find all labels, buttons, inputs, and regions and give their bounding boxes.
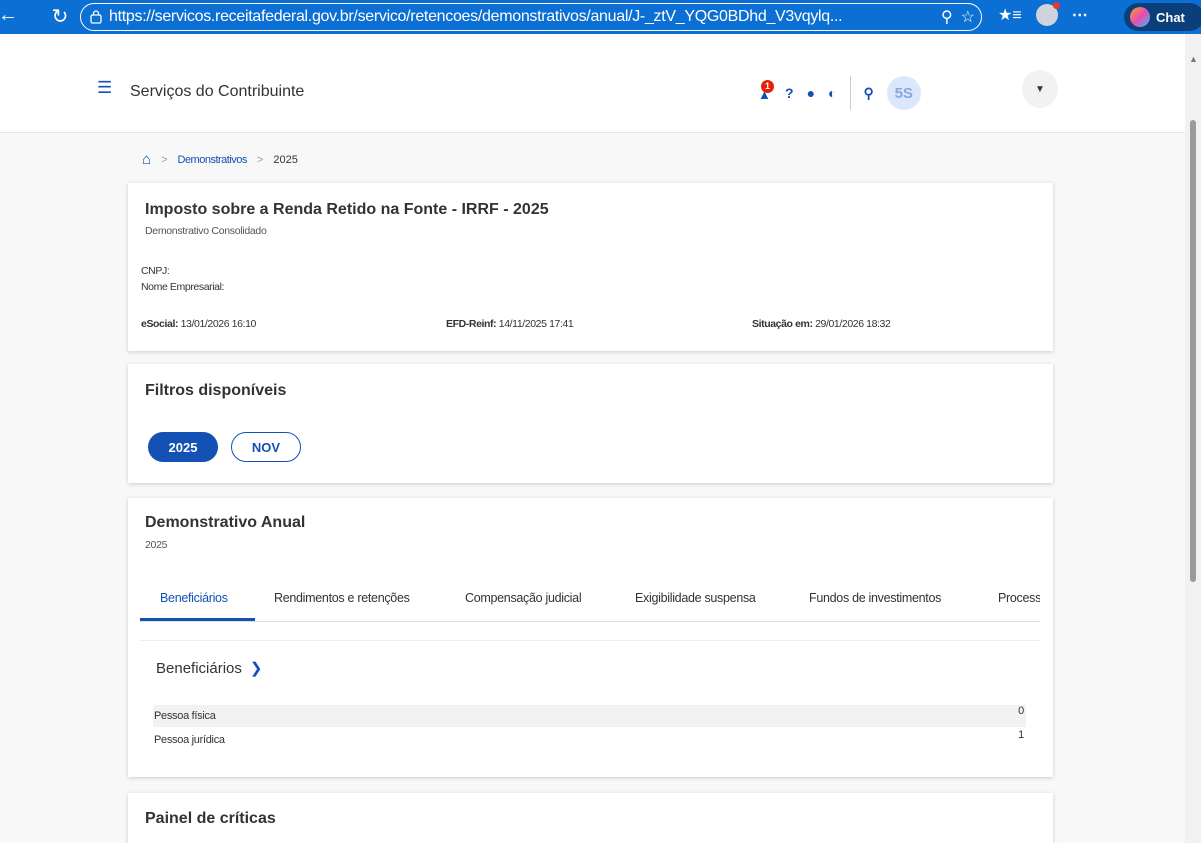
header-divider [849,76,851,110]
summary-card: Imposto sobre a Renda Retido na Fonte - … [128,183,1053,351]
row-label: Pessoa física [154,710,216,722]
cnpj-label: CNPJ: [141,265,170,277]
tab-rendimentos-retencoes[interactable]: Rendimentos e retenções [274,591,410,605]
summary-title: Imposto sobre a Renda Retido na Fonte - … [145,201,549,218]
breadcrumb-demonstrativos[interactable]: Demonstrativos [178,154,248,166]
row-value: 1 [1018,729,1024,741]
tab-processos[interactable]: Processos [998,591,1040,605]
notifications-button[interactable]: ▲ 1 [756,80,774,102]
search-icon[interactable]: ⚲ [864,85,874,102]
company-name-label: Nome Empresarial: [141,281,225,293]
table-row: Pessoa física 0 [153,705,1026,727]
row-label: Pessoa jurídica [154,734,225,746]
breadcrumb: ⌂ > Demonstrativos > 2025 [142,151,298,168]
tab-exigibilidade-suspensa[interactable]: Exigibilidade suspensa [635,591,756,605]
more-options-icon[interactable]: ⋯ [1072,5,1088,25]
filter-chip-nov[interactable]: NOV [231,432,301,462]
profile-avatar[interactable] [1035,2,1060,26]
help-icon[interactable]: ? [785,85,794,101]
annual-title: Demonstrativo Anual [145,514,306,531]
chevron-right-icon: > [256,153,264,166]
efd-reinf-info: EFD-Reinf: 14/11/2025 17:41 [446,318,574,330]
summary-subtitle: Demonstrativo Consolidado [145,225,267,237]
breadcrumb-current: 2025 [273,153,298,166]
situacao-info: Situação em: 29/01/2026 18:32 [752,318,891,330]
tab-fundos-investimentos[interactable]: Fundos de investimentos [809,591,941,605]
avatar-dropdown-button[interactable]: ▼ [1022,70,1058,108]
criticas-card: Painel de críticas [128,793,1053,843]
reload-icon[interactable]: ↻ [46,4,74,29]
contrast-icon[interactable]: ◐ [828,85,836,101]
copilot-logo-icon [1130,7,1150,27]
cookie-icon[interactable]: ● [807,85,815,101]
address-bar[interactable]: https://servicos.receitafederal.gov.br/s… [80,3,982,31]
chevron-right-icon: > [161,153,168,166]
home-icon[interactable]: ⌂ [142,151,151,168]
section-divider [140,640,1040,641]
efd-reinf-label: EFD-Reinf: [446,318,497,330]
filters-title: Filtros disponíveis [145,382,287,399]
back-arrow-icon[interactable]: ← [0,4,22,27]
tab-compensacao-judicial[interactable]: Compensação judicial [465,591,582,605]
browser-toolbar: ← ↻ https://servicos.receitafederal.gov.… [0,0,1201,34]
table-row: Pessoa jurídica 1 [153,729,1026,751]
beneficiarios-section-title: Beneficiários [156,659,242,677]
zoom-icon[interactable]: ⚲ [941,7,953,27]
situacao-value: 29/01/2026 18:32 [815,318,891,330]
copilot-chat-button[interactable]: Chat [1124,3,1201,31]
situacao-label: Situação em: [752,318,813,330]
notification-badge: 1 [761,80,774,93]
chevron-right-icon: ❯ [249,660,263,677]
scroll-up-arrow-icon[interactable]: ▲ [1189,54,1198,64]
beneficiarios-section-link[interactable]: Beneficiários ❯ [156,659,263,678]
efd-reinf-value: 14/11/2025 17:41 [498,318,574,330]
app-header: ☰ Serviços do Contribuinte ▲ 1 ? ● ◐ ⚲ 5… [0,34,1185,133]
favorites-list-icon[interactable]: ★≡ [998,5,1022,25]
annual-year: 2025 [145,539,168,551]
active-tab-indicator [140,618,255,621]
app-title: Serviços do Contribuinte [130,83,305,100]
url-text: https://servicos.receitafederal.gov.br/s… [109,8,843,25]
page-scrollbar[interactable]: ▲ [1185,34,1201,843]
filter-chip-2025[interactable]: 2025 [148,432,218,462]
esocial-value: 13/01/2026 16:10 [180,318,257,330]
tab-beneficiarios[interactable]: Beneficiários [160,591,228,605]
esocial-info: eSocial: 13/01/2026 16:10 [141,318,256,330]
row-value: 0 [1018,705,1024,717]
hamburger-menu-icon[interactable]: ☰ [97,78,112,98]
favorite-star-icon[interactable]: ☆ [961,7,975,27]
filters-card: Filtros disponíveis [128,364,1053,483]
site-info-icon[interactable] [89,10,103,24]
esocial-label: eSocial: [141,318,179,330]
scrollbar-thumb[interactable] [1190,120,1196,582]
criticas-title: Painel de críticas [145,810,276,827]
user-avatar[interactable]: 5S [886,76,921,110]
tab-bar: Beneficiários Rendimentos e retenções Co… [140,583,1040,623]
chat-label: Chat [1156,9,1185,25]
